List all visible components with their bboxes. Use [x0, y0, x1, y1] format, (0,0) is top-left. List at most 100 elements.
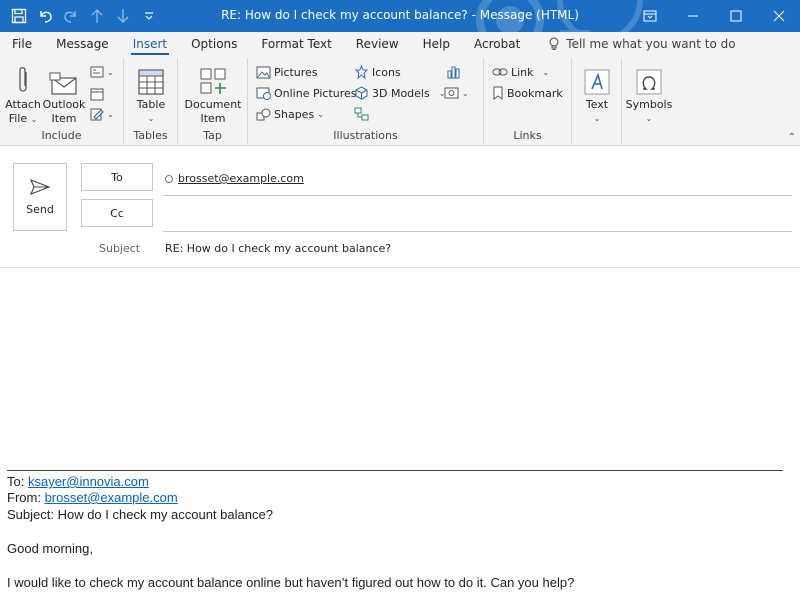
group-illustrations: Pictures Online Pictures Shapes ⌄ Icons 3… — [248, 58, 484, 144]
business-card-button[interactable]: ⌄ — [90, 62, 114, 82]
table-label: Table — [136, 98, 166, 111]
group-include-label: Include — [41, 129, 82, 142]
online-pictures-button[interactable]: Online Pictures — [256, 83, 357, 103]
chevron-down-icon: ⌄ — [147, 114, 155, 123]
calendar-icon — [90, 88, 104, 101]
table-button[interactable]: Table ⌄ — [132, 62, 170, 126]
bookmark-button[interactable]: Bookmark — [492, 83, 563, 103]
window-controls — [628, 0, 800, 32]
link-button[interactable]: Link ⌄ — [492, 62, 549, 82]
document-item-icon — [200, 68, 226, 94]
to-recipient[interactable]: brosset@example.com — [165, 172, 304, 185]
quoted-from-address[interactable]: brosset@example.com — [45, 490, 178, 505]
subject-field[interactable]: RE: How do I check my account balance? — [165, 242, 391, 255]
tell-me-search[interactable]: Tell me what you want to do — [532, 37, 736, 51]
quoted-to-prefix: To: — [7, 474, 28, 489]
to-button[interactable]: To — [81, 163, 153, 191]
cc-field[interactable] — [163, 231, 792, 232]
chevron-down-icon: ⌄ — [645, 114, 653, 123]
icons-button[interactable]: Icons — [354, 62, 401, 82]
to-field[interactable] — [163, 195, 792, 196]
group-text: Text ⌄ — [572, 58, 622, 144]
collapse-ribbon-icon[interactable]: ⌃ — [788, 132, 796, 143]
group-tables-label: Tables — [133, 129, 168, 142]
maximize-icon[interactable] — [714, 0, 757, 32]
tab-format-text[interactable]: Format Text — [249, 32, 343, 56]
screenshot-button[interactable]: ⌄ — [444, 83, 469, 103]
send-button[interactable]: Send — [13, 163, 67, 231]
close-icon[interactable] — [757, 0, 800, 32]
link-label: Link — [511, 65, 534, 79]
online-pictures-icon — [256, 87, 271, 100]
attach-file-label-1: Attach — [5, 98, 41, 111]
shapes-icon — [256, 108, 271, 120]
cube-icon — [355, 86, 368, 100]
tell-me-label: Tell me what you want to do — [566, 37, 736, 51]
outlook-item-label-1: Outlook — [42, 98, 86, 111]
pictures-button[interactable]: Pictures — [256, 62, 318, 82]
icons-icon — [354, 65, 369, 79]
3d-models-button[interactable]: 3D Models ⌄ — [354, 83, 445, 103]
document-item-label-1: Document — [184, 98, 242, 111]
subject-label: Subject — [99, 242, 141, 255]
attach-file-label-2: File — [8, 112, 28, 125]
ribbon-tabs: File Message Insert Options Format Text … — [0, 32, 800, 56]
group-tables: Table ⌄ Tables — [124, 58, 178, 144]
group-illustrations-label: Illustrations — [333, 129, 398, 142]
bookmark-icon — [493, 86, 503, 100]
symbols-button[interactable]: Symbols ⌄ — [626, 62, 672, 126]
signature-button[interactable]: ⌄ — [90, 104, 114, 124]
lightbulb-icon — [549, 37, 559, 50]
chart-button[interactable] — [446, 62, 461, 82]
quoted-from-line: From: brosset@example.com — [7, 490, 178, 505]
outlook-item-button[interactable]: Outlook Item — [42, 62, 86, 126]
3d-models-label: 3D Models — [372, 86, 430, 100]
bar-chart-icon — [447, 66, 460, 79]
paperclip-icon — [19, 67, 27, 92]
text-label: Text — [585, 98, 609, 111]
attach-file-button[interactable]: Attach File ⌄ — [5, 62, 41, 127]
document-item-button[interactable]: Document Item — [184, 62, 242, 126]
smartart-button[interactable] — [354, 104, 369, 124]
cc-button[interactable]: Cc — [81, 199, 153, 227]
minimize-icon[interactable] — [671, 0, 714, 32]
calendar-button[interactable] — [90, 84, 104, 104]
business-card-icon — [90, 66, 104, 78]
presence-icon — [165, 174, 173, 183]
quoted-subject-line: Subject: How do I check my account balan… — [7, 507, 273, 522]
tab-acrobat[interactable]: Acrobat — [462, 32, 532, 56]
tab-help[interactable]: Help — [411, 32, 462, 56]
table-icon — [138, 69, 164, 95]
shapes-button[interactable]: Shapes ⌄ — [256, 104, 324, 124]
chevron-down-icon: ⌄ — [542, 67, 550, 77]
title-bar: RE: How do I check my account balance? -… — [0, 0, 800, 32]
symbols-label: Symbols — [625, 98, 673, 111]
online-pictures-label: Online Pictures — [274, 86, 357, 100]
tab-insert[interactable]: Insert — [121, 32, 179, 56]
quoted-to-line: To: ksayer@innovia.com — [7, 474, 149, 489]
send-label: Send — [26, 202, 54, 216]
send-icon — [30, 178, 50, 195]
chevron-down-icon: ⌄ — [317, 109, 324, 119]
ribbon: Attach File ⌄ Outlook Item ⌄ ⌄ Include T… — [0, 56, 800, 146]
quoted-body: I would like to check my account balance… — [7, 575, 575, 590]
chevron-down-icon: ⌄ — [30, 115, 38, 124]
message-body[interactable]: To: ksayer@innovia.com From: brosset@exa… — [0, 268, 800, 615]
tab-message[interactable]: Message — [44, 32, 121, 56]
shapes-label: Shapes — [274, 107, 315, 121]
to-recipient-address: brosset@example.com — [178, 172, 304, 185]
icons-label: Icons — [372, 65, 401, 79]
group-symbols: Symbols ⌄ — [622, 58, 676, 144]
text-button[interactable]: Text ⌄ — [580, 62, 614, 126]
quoted-to-address[interactable]: ksayer@innovia.com — [28, 474, 149, 489]
compose-header: Send To Cc brosset@example.com Subject R… — [0, 146, 800, 268]
pictures-label: Pictures — [274, 65, 318, 79]
tab-options[interactable]: Options — [179, 32, 249, 56]
pictures-icon — [256, 66, 271, 78]
bookmark-label: Bookmark — [507, 86, 563, 100]
chevron-down-icon: ⌄ — [593, 114, 601, 123]
tab-review[interactable]: Review — [344, 32, 411, 56]
ribbon-display-icon[interactable] — [628, 0, 671, 32]
smartart-icon — [354, 107, 369, 121]
tab-file[interactable]: File — [0, 32, 44, 56]
